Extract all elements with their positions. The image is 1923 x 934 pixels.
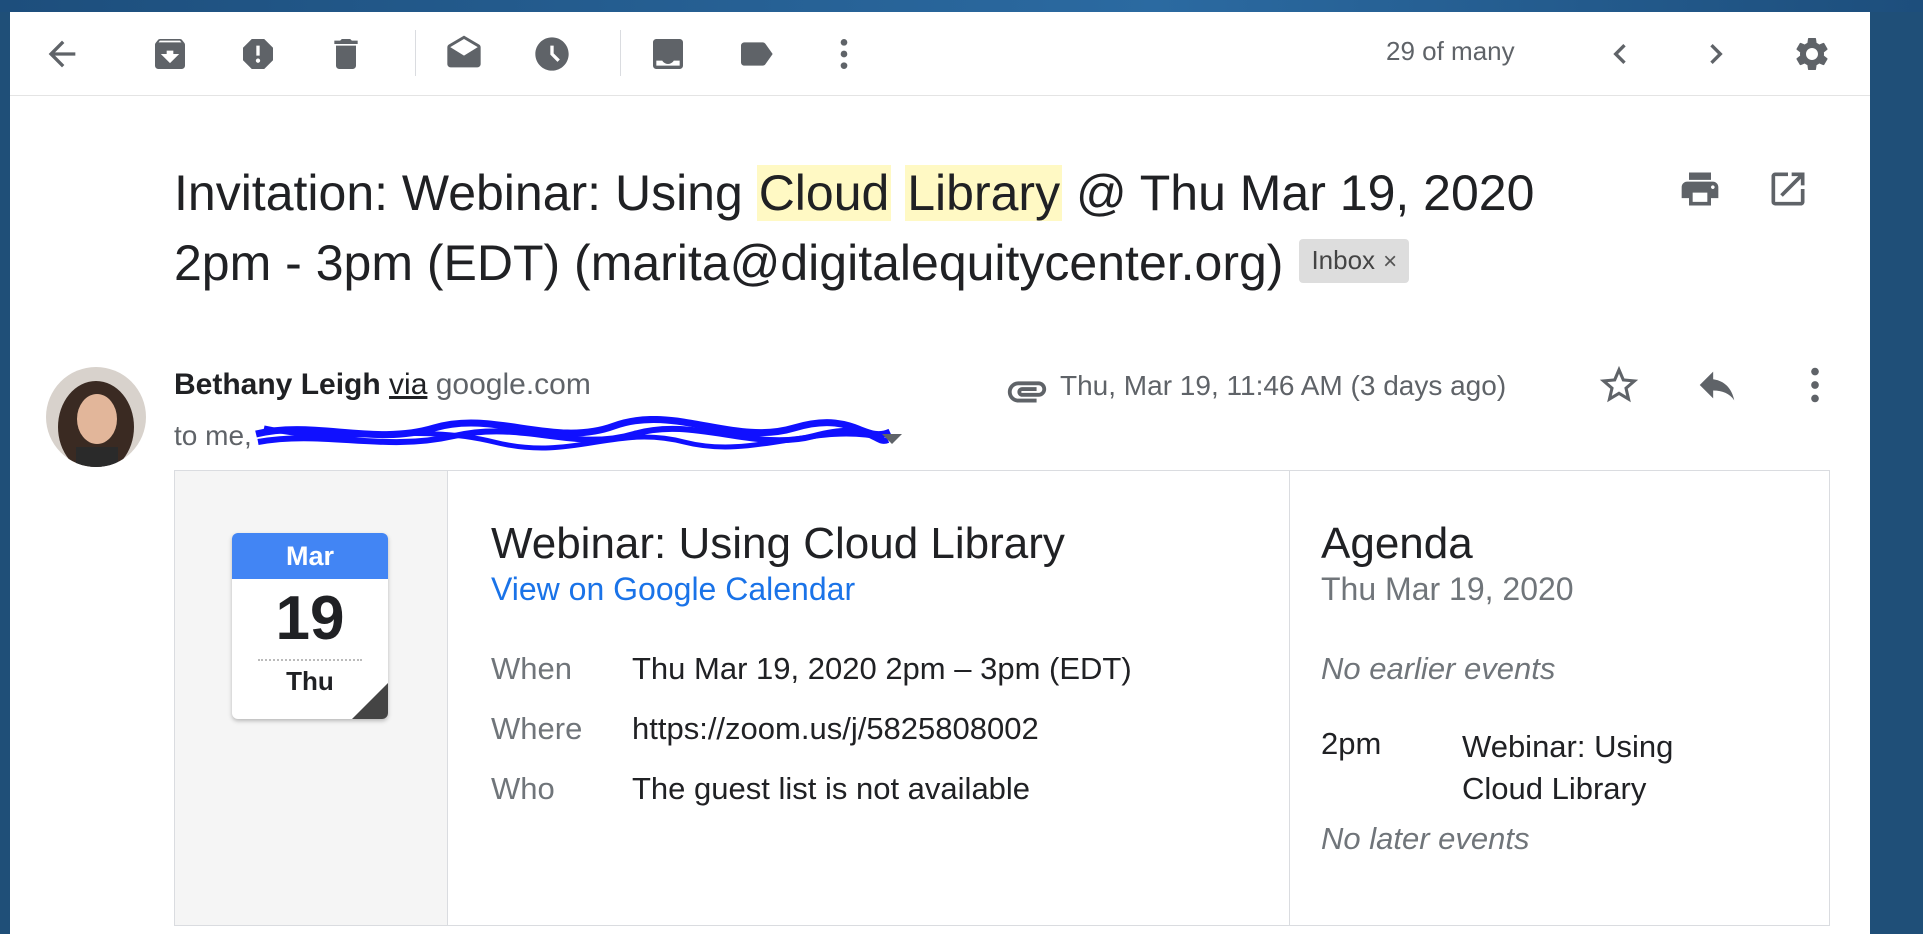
recipients-line[interactable]: to me, [174, 416, 902, 460]
calendar-page-fold [352, 683, 388, 719]
agenda-event-name[interactable]: Webinar: Using Cloud Library [1462, 726, 1722, 810]
via-domain: google.com [435, 368, 591, 401]
subject-text: Invitation: Webinar: Using [174, 165, 757, 221]
recipients-dropdown-icon[interactable] [882, 434, 902, 444]
agenda-panel: Agenda Thu Mar 19, 2020 No earlier event… [1321, 471, 1801, 925]
recipients-prefix: to me, [174, 420, 252, 451]
snooze-icon[interactable] [530, 32, 574, 76]
redaction-scribble [255, 416, 892, 451]
calendar-month: Mar [232, 533, 388, 579]
event-where-row: Where https://zoom.us/j/5825808002 [491, 711, 1039, 747]
calendar-day: 19 [275, 584, 345, 653]
invite-details: Webinar: Using Cloud Library View on Goo… [449, 471, 1290, 925]
sender-name[interactable]: Bethany Leigh [174, 368, 381, 401]
settings-gear-icon[interactable] [1790, 32, 1834, 76]
label-icon[interactable] [734, 32, 778, 76]
calendar-invite-card: Mar 19 Thu Webinar: Using Cloud Library … [174, 470, 1830, 926]
toolbar-divider [620, 30, 621, 76]
sender-line: Bethany Leigh via google.com [174, 368, 591, 402]
row-value[interactable]: https://zoom.us/j/5825808002 [632, 711, 1039, 746]
via-link[interactable]: via [389, 368, 427, 401]
row-label: Where [491, 711, 583, 746]
open-in-new-window-icon[interactable] [1766, 167, 1810, 216]
email-subject: Invitation: Webinar: Using Cloud Library… [174, 158, 1624, 298]
reply-icon[interactable] [1694, 362, 1740, 413]
star-icon[interactable] [1596, 362, 1642, 413]
subject-space [891, 165, 905, 221]
agenda-no-later: No later events [1321, 821, 1530, 856]
agenda-date: Thu Mar 19, 2020 [1321, 571, 1574, 607]
gmail-message-view: 29 of many Invitation: Webinar: Using Cl… [10, 12, 1870, 934]
toolbar: 29 of many [10, 12, 1870, 96]
event-when-row: When Thu Mar 19, 2020 2pm – 3pm (EDT) [491, 651, 1132, 687]
message-date: Thu, Mar 19, 11:46 AM (3 days ago) [1060, 370, 1507, 401]
chevron-left-icon[interactable] [1598, 32, 1642, 76]
row-label: When [491, 651, 572, 686]
archive-icon[interactable] [148, 32, 192, 76]
calendar-date-icon: Mar 19 Thu [232, 533, 388, 719]
agenda-event-time: 2pm [1321, 726, 1382, 761]
row-value: Thu Mar 19, 2020 2pm – 3pm (EDT) [632, 651, 1132, 686]
more-vert-icon[interactable] [822, 32, 866, 76]
move-to-icon[interactable] [646, 32, 690, 76]
agenda-no-earlier: No earlier events [1321, 651, 1556, 686]
view-on-google-calendar-link[interactable]: View on Google Calendar [491, 571, 855, 608]
report-spam-icon[interactable] [236, 32, 280, 76]
back-arrow-icon[interactable] [40, 32, 84, 76]
subject-highlight: Cloud [756, 165, 892, 221]
sender-avatar[interactable] [46, 367, 146, 467]
chevron-right-icon[interactable] [1694, 32, 1738, 76]
event-who-row: Who The guest list is not available [491, 771, 1030, 807]
delete-icon[interactable] [324, 32, 368, 76]
subject-highlight: Library [905, 165, 1063, 221]
agenda-title: Agenda [1321, 519, 1473, 568]
toolbar-divider [415, 30, 416, 76]
window-frame [0, 0, 1923, 12]
inbox-label-chip[interactable]: Inbox × [1299, 238, 1410, 283]
invite-date-panel: Mar 19 Thu [175, 471, 448, 925]
remove-label-icon[interactable]: × [1383, 248, 1397, 275]
print-icon[interactable] [1678, 167, 1722, 216]
more-vert-icon[interactable] [1792, 362, 1838, 413]
event-title: Webinar: Using Cloud Library [491, 519, 1065, 568]
pager-count: 29 of many [1386, 36, 1515, 66]
mark-unread-icon[interactable] [442, 32, 486, 76]
attachment-icon [1007, 381, 1047, 403]
row-label: Who [491, 771, 555, 806]
inbox-label-text: Inbox [1311, 244, 1376, 275]
row-value: The guest list is not available [632, 771, 1031, 806]
